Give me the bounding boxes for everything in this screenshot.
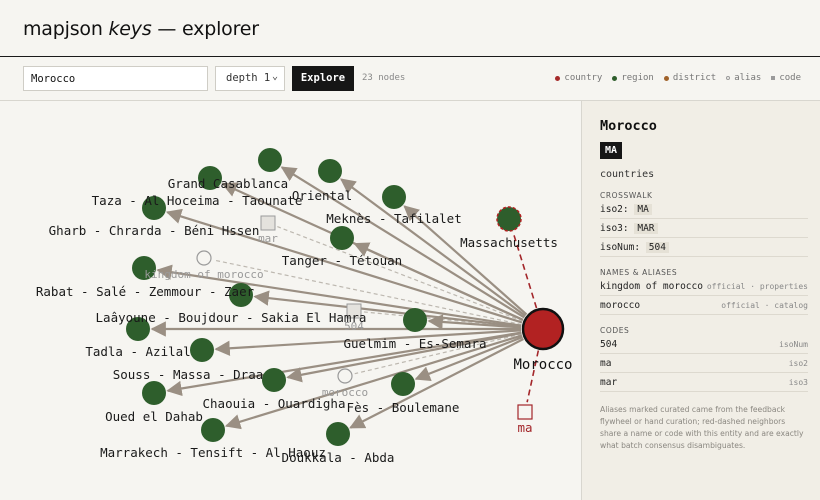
graph-node-label: mar (258, 232, 278, 245)
graph-node-label: Massachusetts (460, 235, 558, 250)
legend: country region district alias code (555, 73, 801, 83)
crosswalk-row: iso2: MA (600, 200, 808, 219)
crosswalk-row: isoNum: 504 (600, 238, 808, 257)
graph-node-label: Taza - Al Hoceima - Taounate (92, 193, 303, 208)
entity-name: Morocco (600, 118, 657, 134)
codes-heading: CODES (600, 326, 630, 335)
graph-node-region[interactable] (326, 422, 350, 446)
graph-node-alias[interactable] (196, 250, 212, 266)
detail-panel: Morocco MA countries CROSSWALK iso2: MA … (581, 101, 820, 500)
graph-node-label: Tanger - Tétouan (282, 253, 402, 268)
alias-row[interactable]: morocco official · catalog (600, 296, 808, 315)
graph-node-region[interactable] (190, 338, 214, 362)
graph-node-label: Oued el Dahab (105, 409, 203, 424)
graph-node-label: Laâyoune - Boujdour - Sakia El Hamra (96, 310, 367, 325)
graph-node-code[interactable] (260, 215, 276, 231)
graph-node-label: Tadla - Azilal (85, 344, 190, 359)
entity-code-badge: MA (600, 142, 623, 159)
graph-node-alias[interactable] (337, 368, 353, 384)
graph-center-label: Morocco (513, 357, 572, 373)
graph-node-region[interactable] (403, 308, 427, 332)
crosswalk-list: iso2: MA iso3: MAR isoNum: 504 (600, 200, 808, 257)
district-dot-icon (663, 75, 669, 81)
node-count: 23 nodes (362, 73, 406, 83)
country-dot-icon (555, 75, 561, 81)
graph-node-label: kingdom of morocco (144, 268, 263, 281)
crosswalk-row: iso3: MAR (600, 219, 808, 238)
depth-select[interactable]: depth 1 ⌄ (215, 66, 285, 91)
graph-node-label: Doukkala - Abda (282, 450, 395, 465)
graph-node-label: Guelmim - Es-Semara (344, 336, 487, 351)
search-input[interactable] (23, 66, 208, 91)
graph-node-label: Rabat - Salé - Zemmour - Zaer (36, 284, 255, 299)
graph-node-code-dashed[interactable] (517, 404, 533, 420)
app-header: mapjson keys — explorer (0, 0, 820, 57)
entity-type: countries (600, 169, 655, 180)
graph-node-region[interactable] (382, 185, 406, 209)
graph-node-region[interactable] (391, 372, 415, 396)
legend-item-district: district (663, 73, 716, 83)
graph-node-region-dashed[interactable] (496, 206, 522, 232)
codes-list: 504 isoNum ma iso2 mar iso3 (600, 335, 808, 392)
graph-node-label: Meknès - Tafilalet (326, 211, 461, 226)
code-square-icon (771, 76, 776, 80)
graph-canvas[interactable]: Grand Casablanca Oriental Taza - Al Hoceim… (0, 101, 581, 500)
region-dot-icon (612, 75, 618, 81)
graph-node-label: Souss - Massa - Draa (113, 367, 264, 382)
graph-center-node[interactable] (521, 307, 565, 351)
toolbar: depth 1 ⌄ Explore 23 nodes country regio… (0, 57, 820, 101)
app-title: mapjson keys — explorer (23, 18, 259, 40)
code-row[interactable]: 504 isoNum (600, 335, 808, 354)
graph-node-region[interactable] (318, 159, 342, 183)
graph-node-label: Chaouia - Ouardigha (203, 396, 346, 411)
explore-button[interactable]: Explore (292, 66, 354, 91)
graph-node-label: Gharb - Chrarda - Béni Hssen (49, 223, 260, 238)
panel-note: Aliases marked curated came from the fee… (600, 405, 804, 450)
graph-node-region[interactable] (330, 226, 354, 250)
legend-item-code: code (771, 73, 801, 83)
crosswalk-heading: CROSSWALK (600, 191, 653, 200)
code-row[interactable]: mar iso3 (600, 373, 808, 392)
graph-node-label: Fès - Boulemane (347, 400, 460, 415)
graph-node-region[interactable] (262, 368, 286, 392)
names-heading: NAMES & ALIASES (600, 268, 678, 277)
chevron-down-icon: ⌄ (271, 71, 278, 82)
names-list: kingdom of morocco official · properties … (600, 277, 808, 315)
graph-svg[interactable]: Grand CasablancaOrientalTaza - Al Hoceim… (0, 101, 581, 500)
alias-row[interactable]: kingdom of morocco official · properties (600, 277, 808, 296)
legend-item-alias: alias (726, 73, 761, 83)
graph-node-region[interactable] (258, 148, 282, 172)
code-row[interactable]: ma iso2 (600, 354, 808, 373)
graph-node-label: Grand Casablanca (168, 176, 288, 191)
graph-node-label: ma (517, 420, 532, 435)
alias-ring-icon (726, 76, 731, 80)
graph-node-region[interactable] (142, 381, 166, 405)
legend-item-region: region (612, 73, 654, 83)
legend-item-country: country (555, 73, 602, 83)
depth-select-value: depth 1 (226, 72, 271, 84)
graph-node-region[interactable] (201, 418, 225, 442)
